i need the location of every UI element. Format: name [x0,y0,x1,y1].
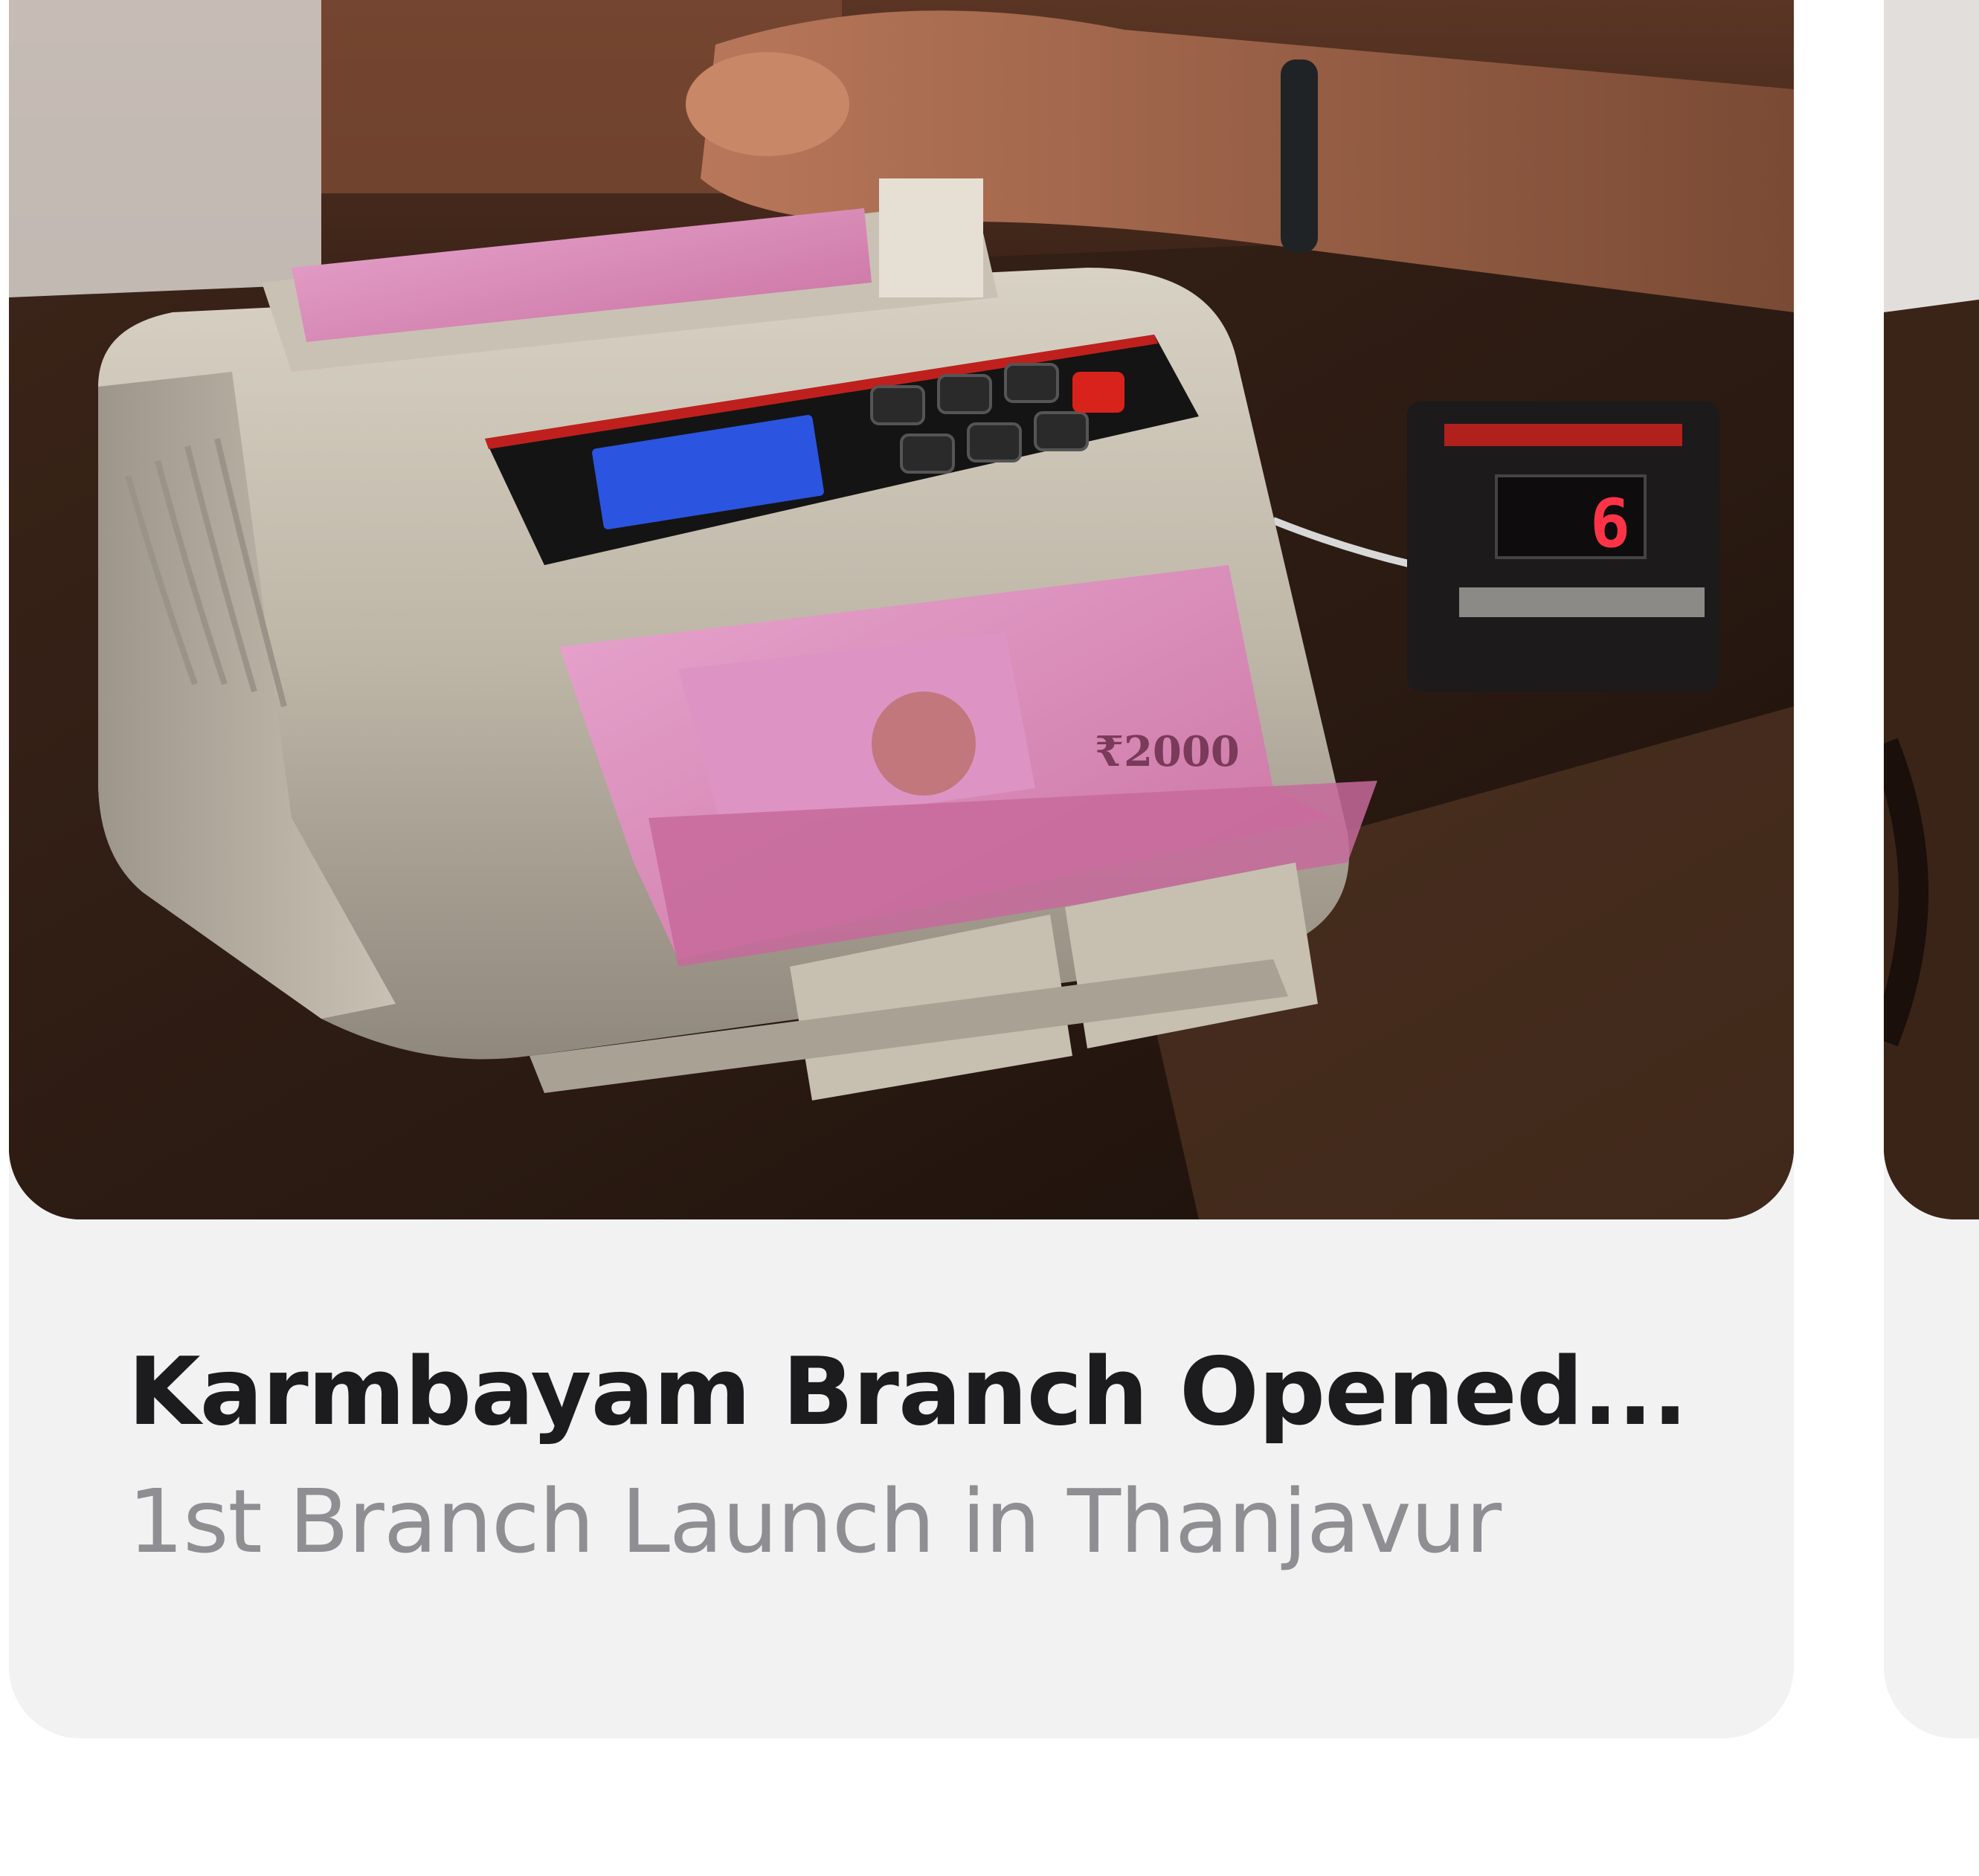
carousel-viewport: 6 ₹2000 Karmbayam Branch Opened... 1st B… [0,0,1979,1876]
card-subtitle: 1st Branch Launch in Thanjavur [128,1469,1502,1573]
note-label: ₹2000 [1095,727,1240,776]
card-photo: 6 ₹2000 [9,0,1794,1219]
news-card[interactable]: 6 ₹2000 Karmbayam Branch Opened... 1st B… [9,0,1794,1738]
display-digit: 6 [1590,485,1630,563]
card-title[interactable]: Karmbayam Branch Opened... [128,1338,1705,1446]
card-body: Karmbayam Branch Opened... 1st Branch La… [128,1338,1705,1573]
next-news-card[interactable] [1884,0,1979,1738]
next-card-photo [1884,0,1979,1219]
